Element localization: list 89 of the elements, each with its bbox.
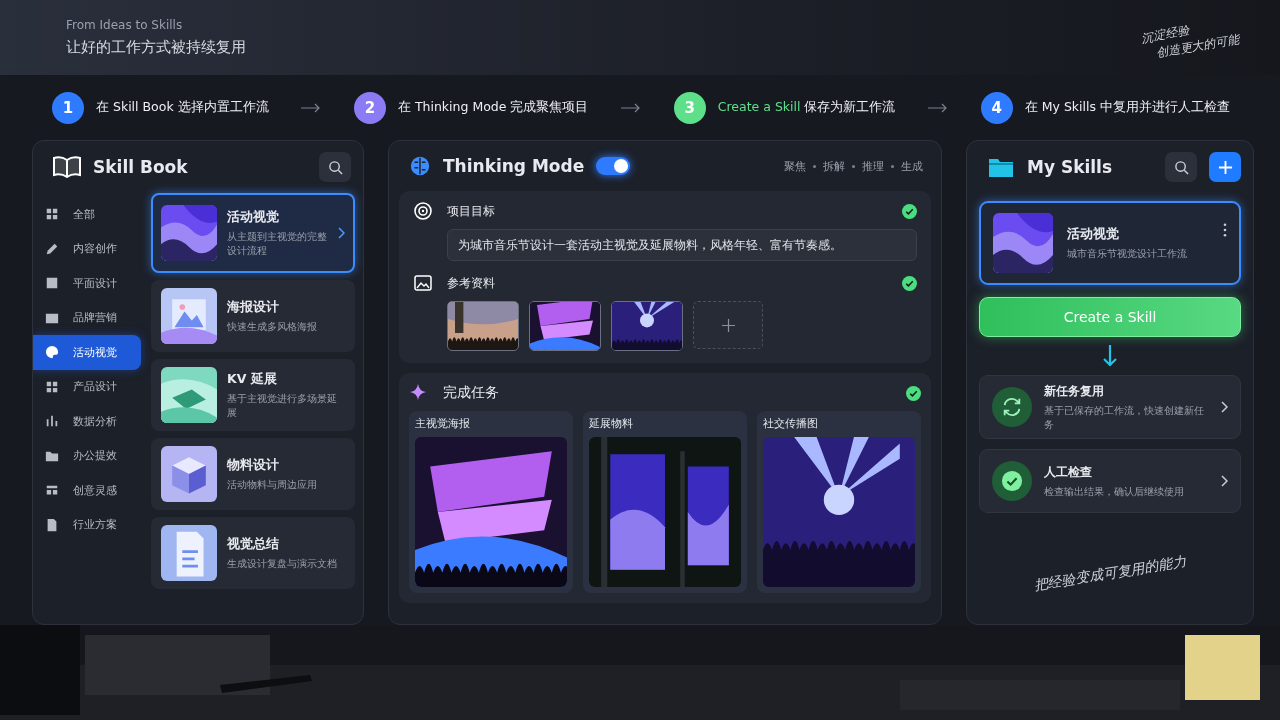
category-item[interactable]: 内容创作 <box>33 231 141 266</box>
card-title: 视觉总结 <box>227 535 280 553</box>
action-card[interactable]: 新任务复用 基于已保存的工作流，快速创建新任务 <box>979 375 1241 439</box>
category-item[interactable]: 办公提效 <box>33 438 141 473</box>
category-item[interactable]: 品牌营销 <box>33 300 141 335</box>
step-number: 2 <box>353 91 386 124</box>
category-item[interactable]: 全部 <box>33 197 141 232</box>
stage-label: 生成 <box>901 158 923 174</box>
section-title: 完成任务 <box>443 384 500 402</box>
action-card[interactable]: 人工检查 检查输出结果，确认后继续使用 <box>979 449 1241 513</box>
stage-label: 聚焦 <box>784 158 806 174</box>
step-number: 4 <box>980 91 1013 124</box>
panel-title: Skill Book <box>93 157 188 177</box>
card-description: 从主题到主视觉的完整设计流程 <box>227 230 327 257</box>
step-number: 3 <box>673 91 706 124</box>
more-icon[interactable] <box>1223 223 1227 237</box>
skill-card[interactable]: 物料设计 活动物料与周边应用 <box>151 438 355 510</box>
output-card[interactable]: 社交传播图 <box>757 411 921 593</box>
headline: 让好的工作方式被持续复用 <box>66 38 246 57</box>
eyebrow-text: From Ideas to Skills <box>66 18 184 32</box>
search-icon <box>1173 159 1189 175</box>
search-icon <box>327 159 343 175</box>
step-label: 在 My Skills 中复用并进行人工检查 <box>1024 99 1230 116</box>
plus-icon <box>1217 159 1233 175</box>
card-description: 快速生成多风格海报 <box>227 319 318 334</box>
document-icon <box>45 517 59 532</box>
step-label: 在 Skill Book 选择内置工作流 <box>96 99 269 116</box>
card-title: 活动视觉 <box>1067 225 1120 244</box>
skill-card[interactable]: 活动视觉 从主题到主视觉的完整设计流程 <box>151 193 355 273</box>
add-button[interactable] <box>1209 152 1241 182</box>
step-label: Create a Skill 保存为新工作流 <box>717 99 896 116</box>
handwritten-note: 把经验变成可复用的能力 <box>1032 552 1188 595</box>
step-number: 1 <box>52 91 84 124</box>
stage-label: 推理 <box>862 158 884 174</box>
layout-icon <box>45 379 59 394</box>
arrow-icon <box>301 102 322 113</box>
panel-title: My Skills <box>1027 157 1113 177</box>
pen-icon <box>45 241 59 256</box>
target-icon <box>413 201 433 221</box>
step-label: 在 Thinking Mode 完成聚焦项目 <box>397 99 589 116</box>
plus-icon <box>721 318 735 332</box>
category-item[interactable]: 创意灵感 <box>33 473 141 508</box>
arrow-icon <box>928 102 949 113</box>
action-title: 新任务复用 <box>1044 383 1105 401</box>
skill-card[interactable]: KV 延展 基于主视觉进行多场景延展 <box>151 359 355 431</box>
chevron-icon <box>1220 401 1228 413</box>
output-label: 主视觉海报 <box>415 417 471 431</box>
check-icon <box>1001 470 1023 492</box>
action-title: 人工检查 <box>1044 463 1093 481</box>
card-description: 城市音乐节视觉设计工作流 <box>1067 247 1188 261</box>
category-item[interactable]: 数据分析 <box>33 404 141 439</box>
card-title: 海报设计 <box>227 298 280 316</box>
skill-card[interactable]: 视觉总结 生成设计复盘与演示文档 <box>151 517 355 589</box>
category-item[interactable]: 活动视觉 <box>33 335 141 370</box>
toggle-switch[interactable] <box>596 157 631 175</box>
output-card[interactable]: 延展物料 <box>583 411 747 593</box>
panel-title: Thinking Mode <box>443 156 585 176</box>
stage-label: 拆解 <box>823 158 845 174</box>
folder-icon <box>987 156 1015 178</box>
card-description: 活动物料与周边应用 <box>227 477 318 492</box>
output-card[interactable]: 主视觉海报 <box>409 411 573 593</box>
palette-icon <box>45 345 59 360</box>
refresh-icon <box>1001 396 1023 418</box>
output-label: 延展物料 <box>589 417 634 431</box>
card-description: 基于主视觉进行多场景延展 <box>227 392 338 419</box>
action-description: 检查输出结果，确认后继续使用 <box>1044 484 1185 499</box>
card-description: 生成设计复盘与演示文档 <box>227 556 338 571</box>
arrow-icon <box>621 102 642 113</box>
action-description: 基于已保存的工作流，快速创建新任务 <box>1044 404 1205 431</box>
skill-card[interactable]: 活动视觉 城市音乐节视觉设计工作流 <box>979 201 1241 285</box>
bar-chart-icon <box>45 414 59 429</box>
search-button[interactable] <box>319 152 351 182</box>
chevron-icon <box>337 227 345 239</box>
category-item[interactable]: 产品设计 <box>33 369 141 404</box>
field-label: 参考资料 <box>447 274 496 292</box>
book-icon <box>53 156 81 178</box>
field-label: 项目目标 <box>447 202 496 220</box>
output-label: 社交传播图 <box>763 417 819 431</box>
category-item[interactable]: 行业方案 <box>33 507 141 542</box>
grid-icon <box>45 207 59 222</box>
chevron-icon <box>1220 475 1228 487</box>
skill-card[interactable]: 海报设计 快速生成多风格海报 <box>151 280 355 352</box>
card-title: KV 延展 <box>227 371 278 389</box>
category-item[interactable]: 平面设计 <box>33 266 141 301</box>
goal-field[interactable]: 为城市音乐节设计一套活动主视觉及延展物料，风格年轻、富有节奏感。 <box>447 229 917 261</box>
search-button[interactable] <box>1165 152 1197 182</box>
card-title: 活动视觉 <box>227 209 280 227</box>
card-title: 物料设计 <box>227 456 280 474</box>
arrow-down-icon <box>1102 345 1118 367</box>
